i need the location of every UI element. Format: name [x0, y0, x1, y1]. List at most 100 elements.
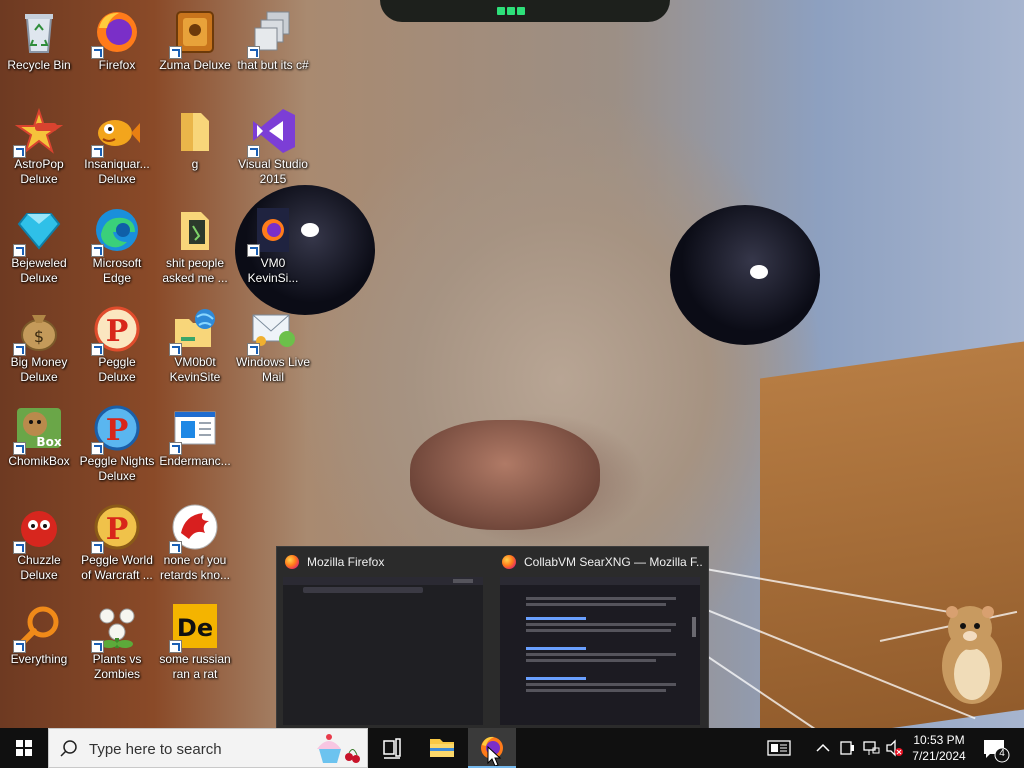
- desktop-icon-folder-g[interactable]: g: [156, 107, 234, 172]
- desktop-icon-label: Insaniquar... Deluxe: [84, 157, 150, 186]
- edge-icon: [91, 206, 141, 257]
- desktop-icon-label: Recycle Bin: [7, 58, 71, 72]
- desktop-icon-edge[interactable]: Microsoft Edge: [78, 206, 156, 286]
- thumbnail-title: Mozilla Firefox: [285, 555, 485, 569]
- start-button[interactable]: [0, 728, 48, 768]
- firefox-taskbar-button[interactable]: [468, 728, 516, 768]
- folder-icon: [430, 739, 454, 757]
- magnifier-icon: [13, 602, 63, 653]
- desktop-icon-label: g: [191, 157, 199, 171]
- visual-studio-icon: [247, 107, 297, 158]
- desktop-icon-label: Peggle Nights Deluxe: [79, 454, 155, 483]
- thumbnail-window-collabvm-searxng[interactable]: CollabVM SearXNG — Mozilla F...: [494, 547, 708, 729]
- desktop-icon-plants-vs-zombies[interactable]: Plants vs Zombies: [78, 602, 156, 682]
- desktop-icon-zuma[interactable]: Zuma Deluxe: [156, 8, 234, 73]
- desktop-icon-label: ChomikBox: [8, 454, 70, 468]
- hamster-sticker: [942, 606, 1002, 704]
- firefox-doc-icon: [247, 206, 297, 257]
- desktop-icon-label: Zuma Deluxe: [159, 58, 231, 72]
- desktop-icon-none-of-you[interactable]: none of you retards kno...: [156, 503, 234, 583]
- astropop-icon: [13, 107, 64, 158]
- desktop-icon-peggle-wow[interactable]: P Peggle World of Warcraft ...: [78, 503, 156, 583]
- wallpaper-top-notch: [380, 0, 670, 22]
- thumbnail-window-firefox[interactable]: Mozilla Firefox: [277, 547, 491, 729]
- desktop-icon-windows-live-mail[interactable]: Windows Live Mail: [234, 305, 312, 385]
- desktop-icon-label: Peggle World of Warcraft ...: [81, 553, 153, 582]
- desktop-icon-chomikbox[interactable]: Box ChomikBox: [0, 404, 78, 469]
- svg-text:P: P: [106, 413, 129, 448]
- peggle-wow-icon: P: [91, 503, 141, 554]
- task-view-icon: [383, 738, 401, 759]
- desktop-icon-chuzzle[interactable]: Chuzzle Deluxe: [0, 503, 78, 583]
- desktop-icon-label: Microsoft Edge: [92, 256, 142, 285]
- bejeweled-icon: [13, 206, 63, 257]
- peggle-nights-icon: P: [91, 404, 141, 455]
- clock-date: 7/21/2024: [912, 749, 966, 763]
- desktop-icon-label: AstroPop Deluxe: [14, 157, 64, 186]
- firefox-icon: [91, 8, 141, 59]
- desktop-icon-big-money[interactable]: $ Big Money Deluxe: [0, 305, 78, 385]
- desktop-icon-label: Bejeweled Deluxe: [11, 256, 67, 285]
- network-tray-icon[interactable]: [860, 728, 882, 768]
- news-icon: [767, 740, 791, 756]
- show-hidden-icons-button[interactable]: [812, 728, 834, 768]
- file-explorer-button[interactable]: [418, 728, 466, 768]
- desktop-icon-visual-studio[interactable]: Visual Studio 2015: [234, 107, 312, 187]
- desktop-icon-astropop[interactable]: AstroPop Deluxe: [0, 107, 78, 187]
- desktop-icon-peggle[interactable]: P Peggle Deluxe: [78, 305, 156, 385]
- desktop-icon-label: some russian ran a rat: [159, 652, 231, 681]
- live-mail-icon: [247, 305, 297, 356]
- zuma-icon: [169, 8, 219, 59]
- news-widget-button[interactable]: [764, 728, 794, 768]
- desktop-icon-label: VM0 KevinSi...: [247, 256, 299, 285]
- cupcake-highlight-icon: [317, 734, 360, 763]
- network-icon: [863, 741, 880, 755]
- taskbar-clock[interactable]: 10:53 PM 7/21/2024: [905, 732, 973, 764]
- desktop-icon-peggle-nights[interactable]: P Peggle Nights Deluxe: [78, 404, 156, 484]
- device-tray-icon[interactable]: [836, 728, 858, 768]
- desktop-icon-endermanch[interactable]: Endermanc...: [156, 404, 234, 469]
- taskbar-search-box[interactable]: Type here to search: [48, 728, 368, 768]
- wallpaper-cat-nose: [410, 420, 600, 530]
- desktop-icon-label: shit people asked me ...: [162, 256, 228, 285]
- money-bag-icon: $: [13, 305, 63, 356]
- recycle-bin-icon: [15, 8, 63, 56]
- taskbar: Type here to search 10:53 PM 7/21/2024 4: [0, 728, 1024, 768]
- chomikbox-icon: Box: [13, 404, 63, 455]
- thumbnail-preview: [283, 577, 483, 725]
- desktop-icon-that-but-its-csharp[interactable]: that but its c#: [234, 8, 312, 73]
- desktop-icon-insaniquarium[interactable]: Insaniquar... Deluxe: [78, 107, 156, 187]
- desktop-icon-recycle-bin[interactable]: Recycle Bin: [0, 8, 78, 73]
- svg-text:$: $: [34, 327, 44, 346]
- desktop-icon-firefox[interactable]: Firefox: [78, 8, 156, 73]
- plants-vs-zombies-icon: [91, 602, 141, 653]
- insaniquarium-icon: [91, 107, 141, 158]
- desktop-icon-some-russian-ran-a-rat[interactable]: De some russian ran a rat: [156, 602, 234, 682]
- svg-text:De: De: [177, 614, 213, 642]
- volume-tray-icon[interactable]: [884, 728, 904, 768]
- desktop-icon-vm0-kevinsite[interactable]: VM0 KevinSi...: [234, 206, 312, 286]
- desktop-icon-bejeweled[interactable]: Bejeweled Deluxe: [0, 206, 78, 286]
- desktop-icon-everything[interactable]: Everything: [0, 602, 78, 667]
- task-view-button[interactable]: [368, 728, 416, 768]
- search-placeholder: Type here to search: [89, 741, 222, 758]
- speaker-muted-icon: [886, 739, 903, 757]
- desktop-icon-vm0b0t-kevinsite[interactable]: VM0b0t KevinSite: [156, 305, 234, 385]
- desktop-icon-label: none of you retards kno...: [159, 553, 231, 582]
- action-center-button[interactable]: 4: [978, 728, 1014, 768]
- chuzzle-icon: [13, 503, 63, 554]
- clock-time: 10:53 PM: [913, 733, 965, 747]
- desktop-icon-shit-people-asked-me[interactable]: shit people asked me ...: [156, 206, 234, 286]
- svg-text:P: P: [106, 314, 129, 349]
- desktop-icon-label: Plants vs Zombies: [92, 652, 142, 681]
- wallpaper-cat-eye-right: [670, 205, 820, 345]
- windows-logo-icon: [16, 740, 32, 756]
- desktop-icon-label: Chuzzle Deluxe: [17, 553, 61, 582]
- svg-text:P: P: [106, 512, 129, 547]
- desktop-icon-label: VM0b0t KevinSite: [169, 355, 221, 384]
- firefox-icon: [285, 555, 299, 569]
- folder-globe-icon: [169, 305, 219, 356]
- desktop-icon-label: Firefox: [98, 58, 136, 72]
- desktop-icon-label: Peggle Deluxe: [98, 355, 136, 384]
- firefox-thumbnail-panel: Mozilla Firefox CollabVM SearXNG — Mozil…: [276, 546, 709, 730]
